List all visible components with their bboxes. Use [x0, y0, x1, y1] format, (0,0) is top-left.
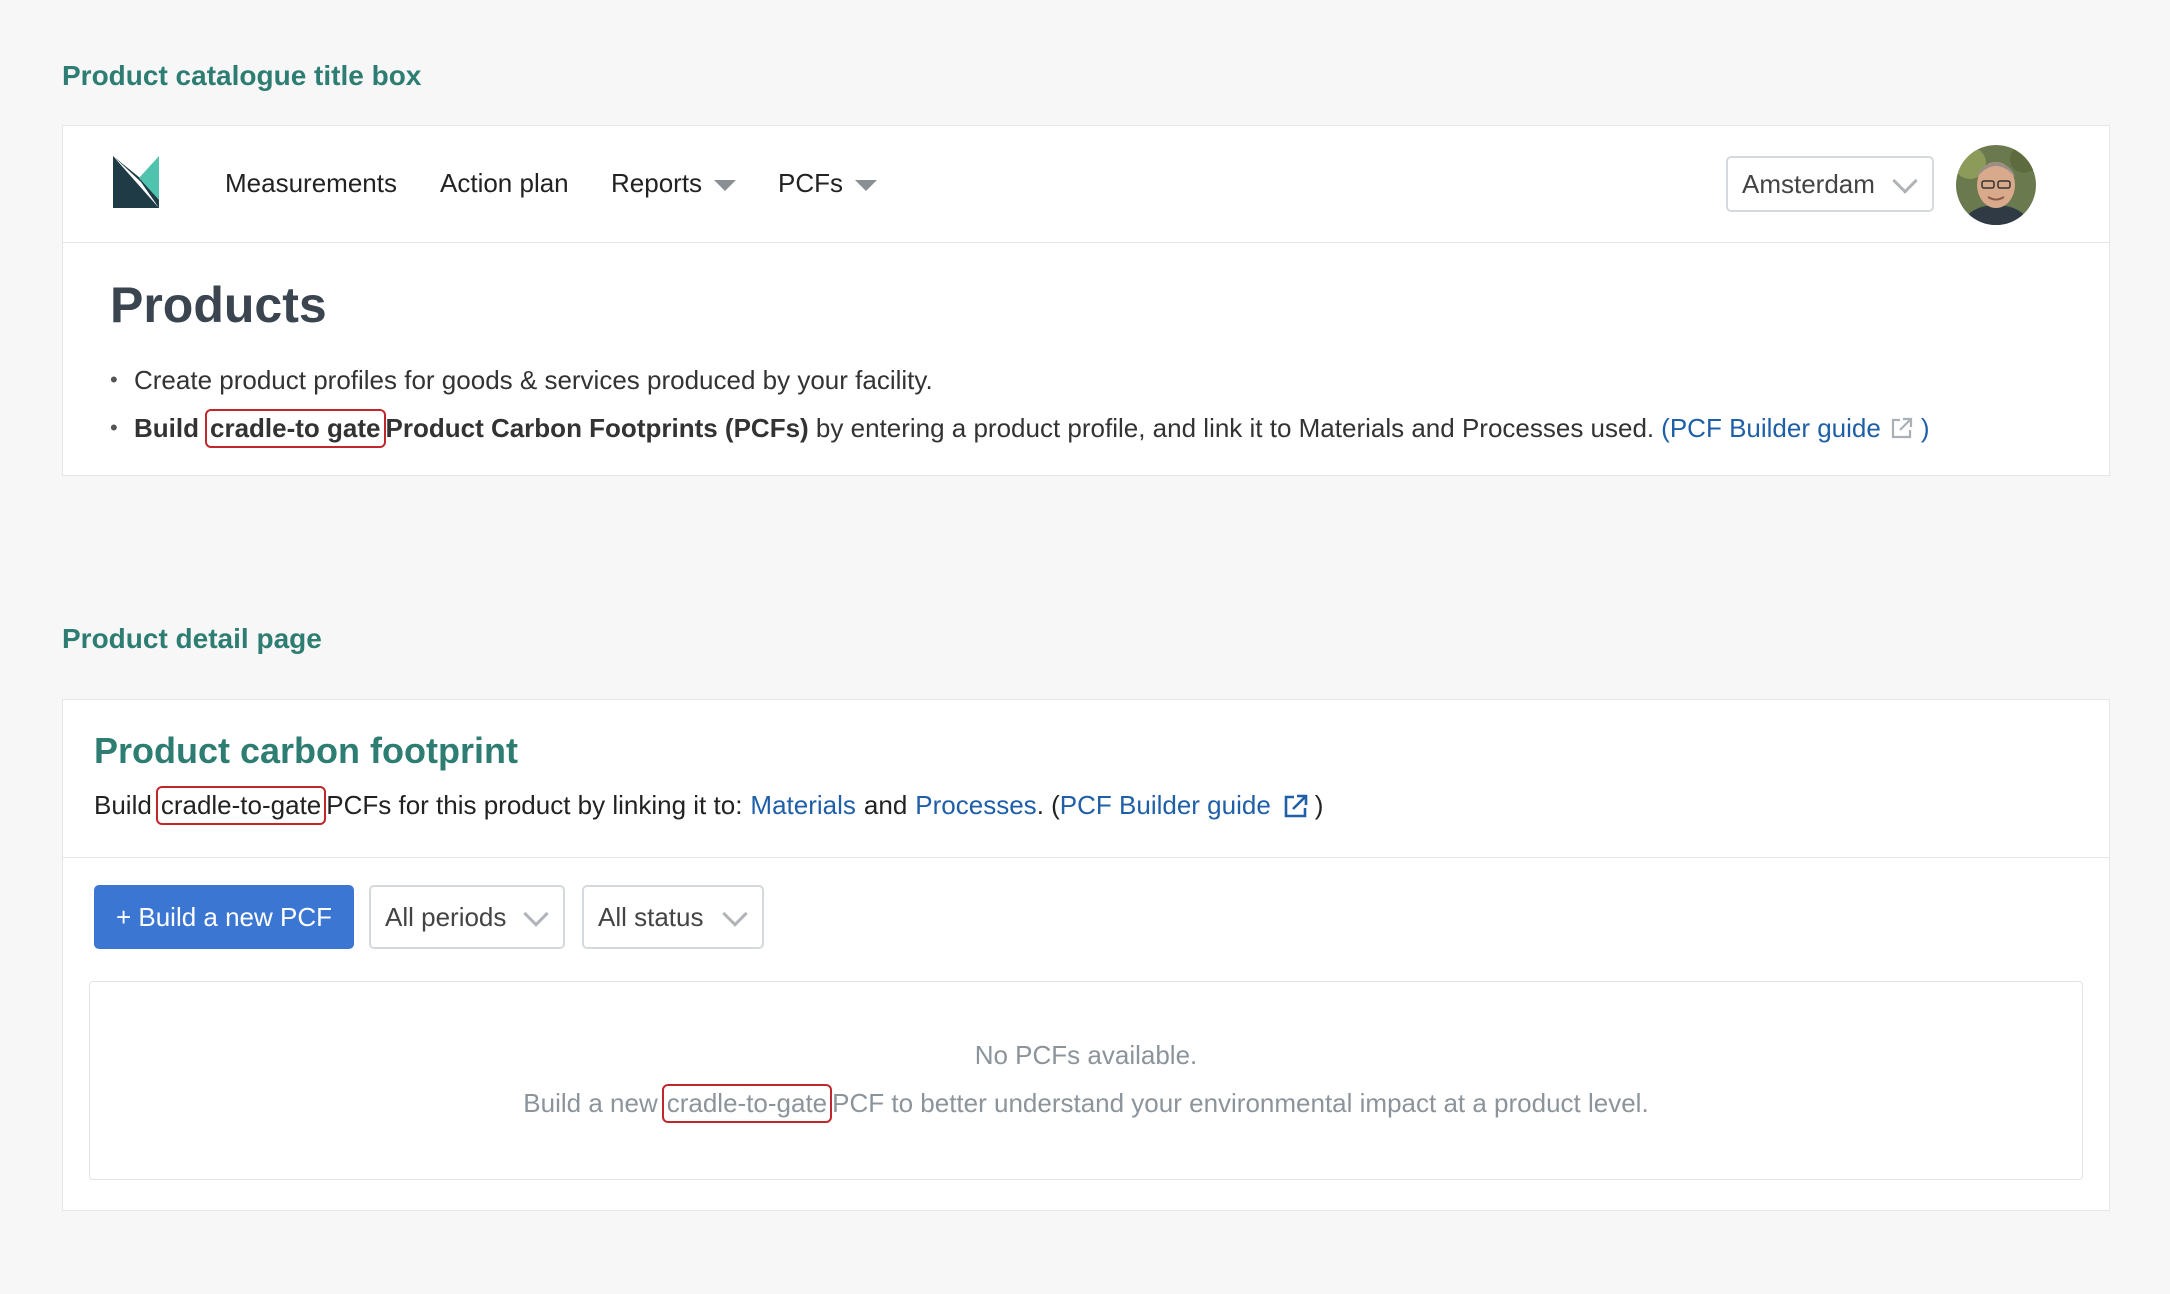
- guide-close-paren: ): [1314, 790, 1324, 820]
- list-item: • Build cradle-to gate Product Carbon Fo…: [110, 404, 1930, 452]
- products-bullet-list: • Create product profiles for goods & se…: [110, 356, 1930, 452]
- chevron-down-icon: [523, 901, 549, 927]
- pcf-description: Build cradle-to-gate PCFs for this produ…: [94, 786, 1323, 825]
- bullet-rest-text: by entering a product profile, and link …: [808, 412, 1655, 443]
- empty-state-title: No PCFs available.: [974, 1040, 1198, 1070]
- status-select[interactable]: All status: [582, 885, 764, 949]
- highlight-cradle-to-gate: cradle-to-gate: [155, 786, 327, 825]
- pcf-builder-guide-link[interactable]: PCF Builder guide: [1060, 790, 1271, 821]
- period-select[interactable]: All periods: [369, 885, 565, 949]
- empty-post-text: PCF to better understand your environmen…: [832, 1088, 1649, 1118]
- avatar[interactable]: [1956, 145, 2036, 225]
- bullet-dot: •: [110, 415, 118, 440]
- status-select-value: All status: [598, 901, 704, 932]
- pcf-header: Product carbon footprint Build cradle-to…: [63, 700, 2109, 858]
- external-link-icon[interactable]: [1889, 415, 1915, 441]
- highlight-cradle-to-gate: cradle-to gate: [205, 408, 386, 448]
- guide-open-paren: (: [1661, 412, 1670, 443]
- desc-build-text: Build: [94, 790, 152, 820]
- bullet-build-text: Build: [134, 412, 199, 443]
- desc-mid-text: PCFs for this product by linking it to:: [326, 790, 743, 820]
- build-new-pcf-button[interactable]: + Build a new PCF: [94, 885, 354, 949]
- list-item: • Create product profiles for goods & se…: [110, 356, 1930, 404]
- section-label-title-box: Product catalogue title box: [62, 60, 422, 91]
- product-detail-card: Product carbon footprint Build cradle-to…: [62, 699, 2110, 1211]
- location-select[interactable]: Amsterdam: [1726, 156, 1934, 212]
- nav-item-pcfs[interactable]: PCFs: [778, 168, 877, 199]
- top-navbar: Measurements Action plan Reports PCFs Am…: [63, 126, 2109, 243]
- nav-item-measurements[interactable]: Measurements: [225, 168, 397, 199]
- period-select-value: All periods: [385, 901, 507, 932]
- app-logo-icon[interactable]: [113, 156, 159, 208]
- nav-item-label: Reports: [611, 168, 703, 198]
- highlight-cradle-to-gate: cradle-to-gate: [661, 1084, 833, 1123]
- section-label-detail-page: Product detail page: [62, 623, 322, 654]
- chevron-down-icon: [1892, 168, 1918, 194]
- location-select-value: Amsterdam: [1742, 168, 1875, 199]
- bullet-text: Create product profiles for goods & serv…: [134, 364, 933, 395]
- nav-item-action-plan[interactable]: Action plan: [440, 168, 569, 199]
- pcf-builder-guide-link[interactable]: PCF Builder guide: [1670, 413, 1881, 444]
- desc-end-text: . (: [1036, 790, 1060, 820]
- materials-link[interactable]: Materials: [750, 790, 855, 821]
- processes-link[interactable]: Processes: [915, 790, 1036, 821]
- product-catalogue-title-box: Measurements Action plan Reports PCFs Am…: [62, 125, 2110, 476]
- user-photo-icon: [1956, 145, 2036, 225]
- caret-down-icon: [714, 179, 737, 191]
- bullet-bold-text: Product Carbon Footprints (PCFs): [385, 412, 809, 443]
- caret-down-icon: [855, 179, 877, 191]
- external-link-icon[interactable]: [1281, 791, 1311, 821]
- nav-item-reports[interactable]: Reports: [611, 168, 737, 199]
- page-title: Products: [110, 277, 327, 333]
- chevron-down-icon: [722, 901, 748, 927]
- nav-item-label: Action plan: [440, 168, 569, 198]
- guide-close-paren: ): [1920, 412, 1930, 443]
- empty-state-message: Build a new cradle-to-gate PCF to better…: [90, 1084, 2082, 1123]
- empty-pre-text: Build a new: [523, 1088, 658, 1118]
- bullet-dot: •: [110, 367, 118, 392]
- pcf-section-title: Product carbon footprint: [94, 730, 518, 771]
- pcf-empty-state: No PCFs available. Build a new cradle-to…: [89, 981, 2083, 1180]
- nav-item-label: Measurements: [225, 168, 397, 198]
- nav-item-label: PCFs: [778, 168, 843, 198]
- desc-and-text: and: [863, 790, 908, 820]
